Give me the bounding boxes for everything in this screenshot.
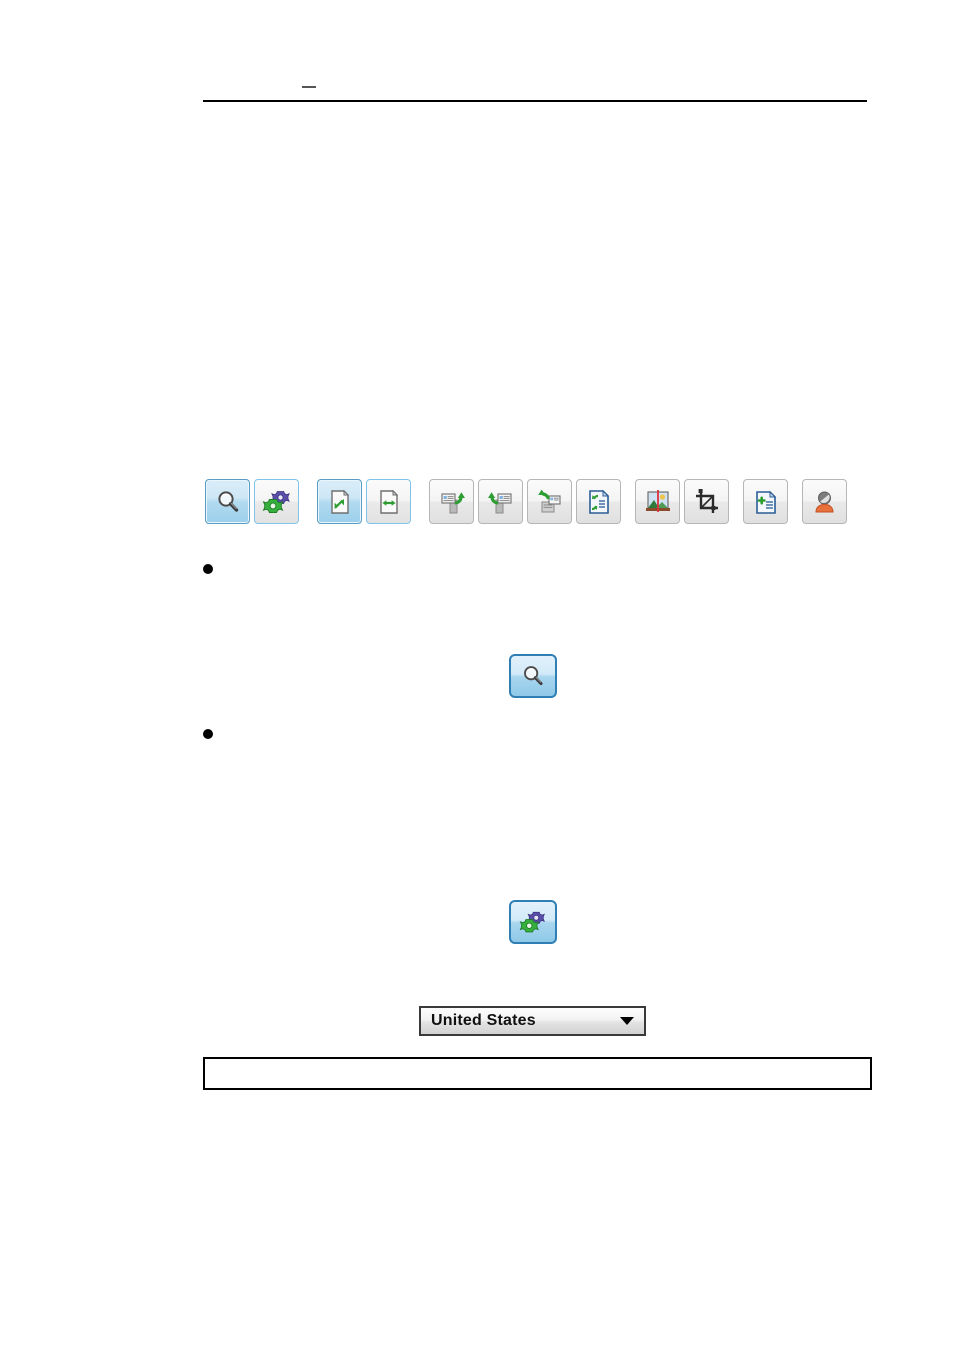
page-rotate-right-icon (487, 491, 512, 513)
fit-width-icon (379, 489, 398, 514)
magnifier-icon (217, 490, 238, 512)
page-rotate-left-icon (440, 491, 465, 513)
zoom-tool-example-button[interactable] (509, 654, 557, 698)
refresh-page-button[interactable] (527, 479, 572, 524)
user-icon (814, 491, 834, 512)
chevron-down-icon[interactable] (620, 1017, 634, 1025)
fit-page-button[interactable] (317, 479, 362, 524)
crop-button[interactable] (684, 479, 729, 524)
rotate-page-right-button[interactable] (478, 479, 523, 524)
toolbar-group-user-tools (802, 479, 847, 524)
image-split-icon (645, 489, 670, 512)
toolbar-group-page-tools (429, 479, 621, 524)
fit-width-button[interactable] (366, 479, 411, 524)
toolbar-group-fit-tools (317, 479, 411, 524)
header-rule (203, 100, 867, 102)
gears-icon (262, 490, 290, 513)
document-viewer-toolbar (205, 479, 847, 525)
gears-icon (519, 911, 545, 933)
user-signature-button[interactable] (802, 479, 847, 524)
settings-tool-example-button[interactable] (509, 900, 557, 944)
note-box[interactable] (203, 1057, 872, 1090)
toolbar-group-view-tools (205, 479, 299, 524)
bullet-dot-icon (203, 564, 213, 574)
zoom-tool-button[interactable] (205, 479, 250, 524)
settings-tool-button[interactable] (254, 479, 299, 524)
country-dropdown-value: United States (431, 1012, 536, 1029)
insert-page-button[interactable] (743, 479, 788, 524)
magnifier-icon (524, 666, 543, 686)
swap-page-button[interactable] (576, 479, 621, 524)
bullet-item-settings (203, 723, 239, 741)
rotate-page-left-button[interactable] (429, 479, 474, 524)
crop-icon (695, 488, 718, 513)
page-refresh-icon (537, 489, 561, 512)
country-dropdown[interactable]: United States (419, 1006, 646, 1036)
toolbar-group-insert-tools (743, 479, 788, 524)
toolbar-group-image-tools (635, 479, 729, 524)
bullet-item-zoom (203, 558, 239, 576)
fit-page-icon (330, 489, 349, 514)
header-dash (302, 86, 316, 88)
page-swap-icon (588, 489, 609, 514)
page-add-icon (755, 490, 776, 514)
split-image-button[interactable] (635, 479, 680, 524)
bullet-dot-icon (203, 729, 213, 739)
